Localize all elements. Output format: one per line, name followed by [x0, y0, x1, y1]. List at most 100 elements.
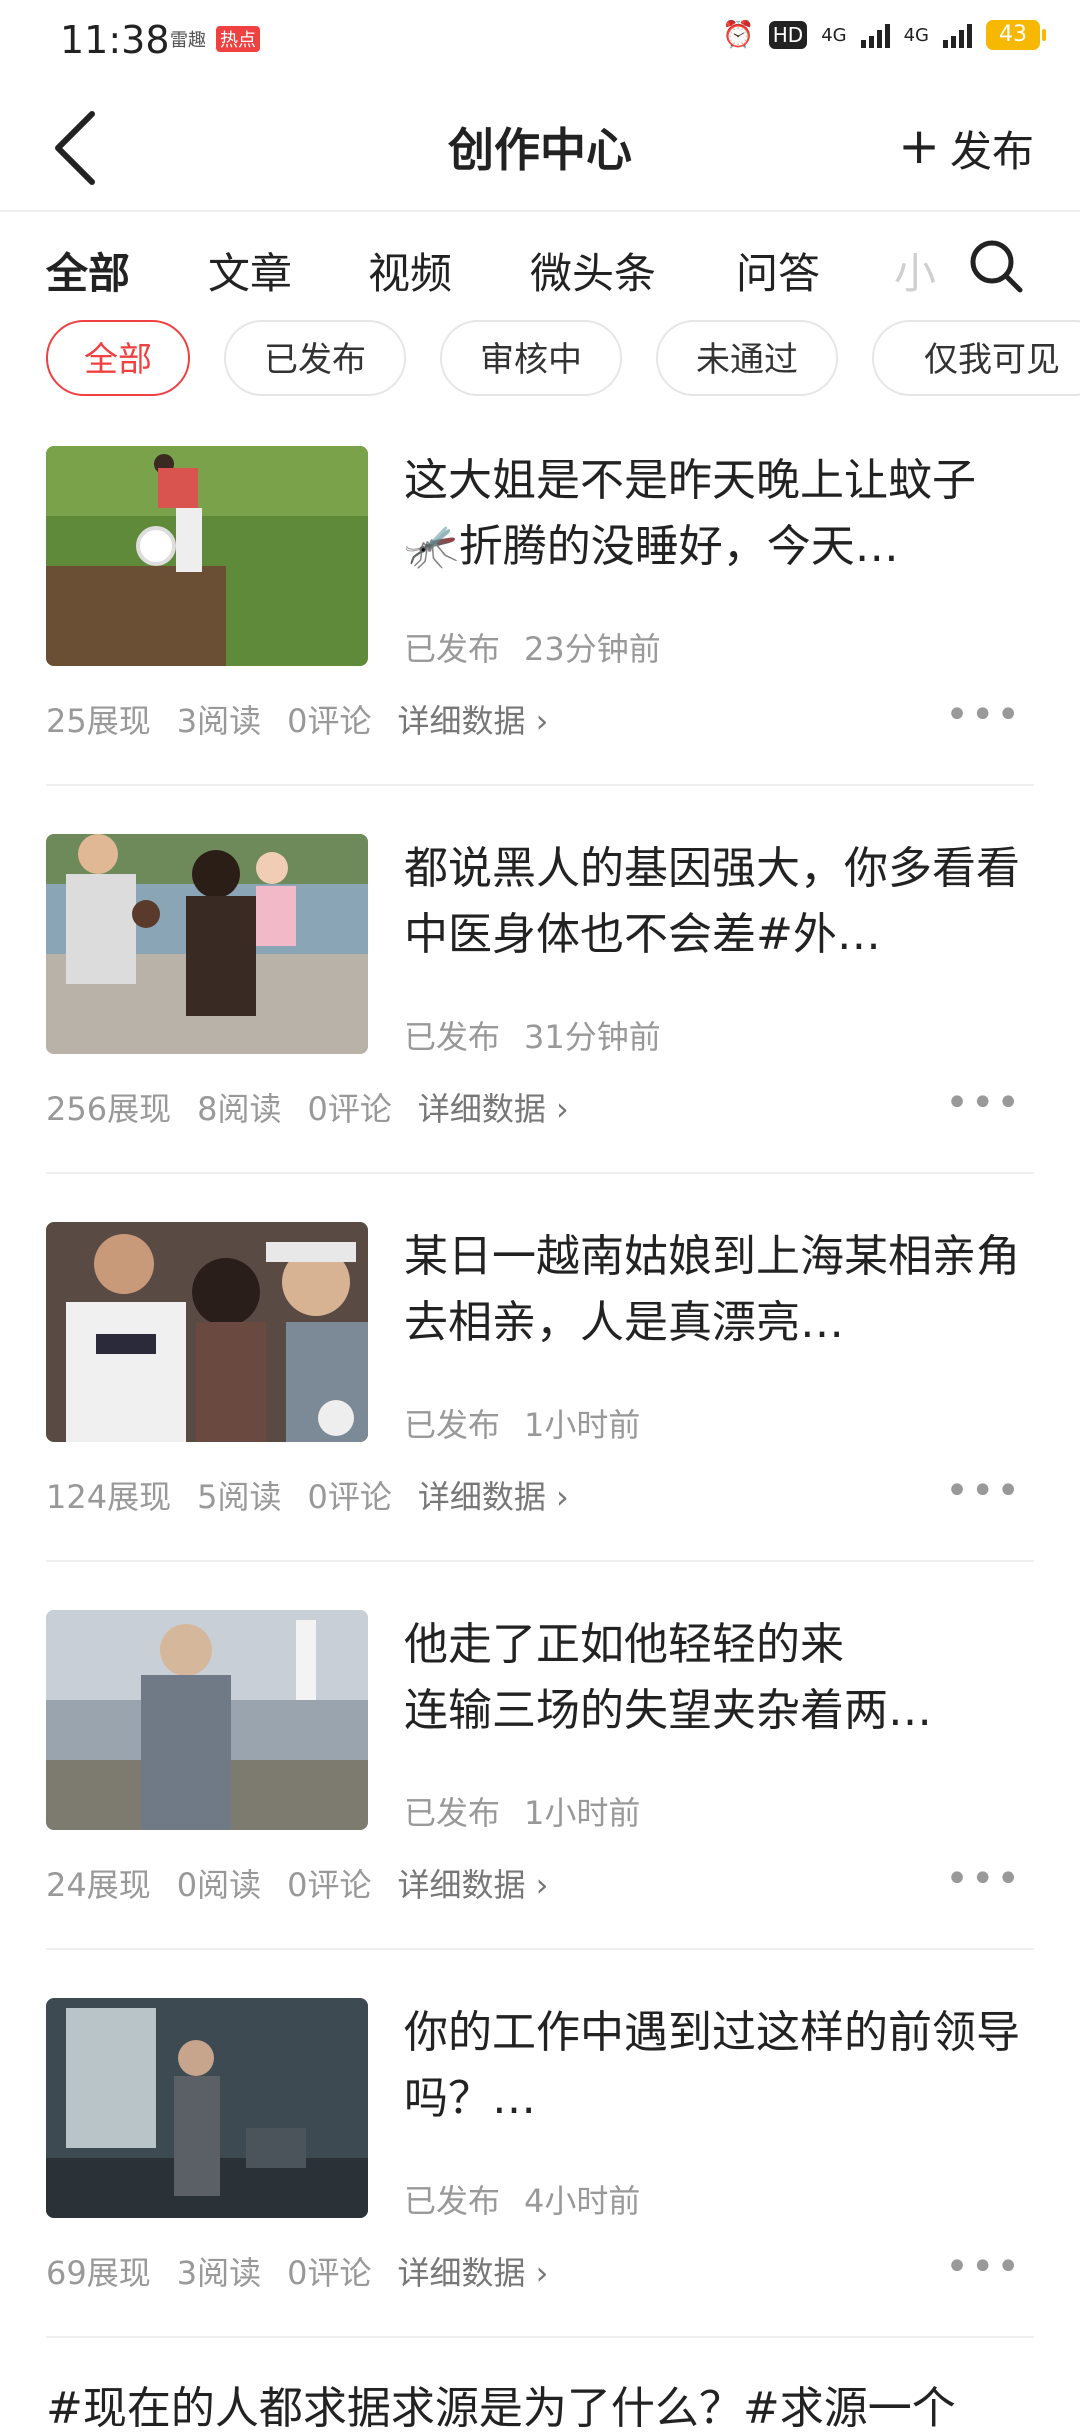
item-meta: 已发布 1小时前	[404, 1788, 640, 1834]
reads-count: 3阅读	[176, 702, 262, 740]
tab-articles[interactable]: 文章	[208, 240, 292, 301]
detail-label: 详细数据	[397, 2254, 526, 2292]
item-time: 23分钟前	[524, 630, 661, 668]
item-divider	[46, 784, 1034, 786]
item-title[interactable]: 某日一越南姑娘到上海某相亲角去相亲，人是真漂亮…	[404, 1224, 1024, 1356]
chip-private[interactable]: 仅我可见	[872, 320, 1080, 396]
publish-button[interactable]: + 发布	[898, 118, 1034, 179]
item-title[interactable]: 这大姐是不是昨天晚上让蚊子🦟折腾的没睡好，今天…	[404, 448, 1024, 580]
comments-count: 0评论	[307, 1090, 392, 1128]
status-news-badge: 热点	[216, 26, 260, 52]
video-thumbnail[interactable]	[46, 834, 368, 1054]
item-status: 已发布	[404, 1018, 501, 1056]
tab-videos[interactable]: 视频	[368, 240, 452, 301]
item-meta: 已发布 31分钟前	[404, 1012, 661, 1058]
tab-more-partial[interactable]: 小	[894, 240, 936, 301]
tab-all[interactable]: 全部	[46, 240, 130, 301]
signal-1-icon	[860, 22, 890, 48]
more-options-icon[interactable]: •••	[945, 692, 1022, 738]
comments-count: 0评论	[287, 702, 372, 740]
item-meta: 已发布 23分钟前	[404, 624, 661, 670]
more-options-icon[interactable]: •••	[945, 1856, 1022, 1902]
item-title[interactable]: 都说黑人的基因强大，你多看看中医身体也不会差#外…	[404, 836, 1024, 968]
item-divider	[46, 1560, 1034, 1562]
video-thumbnail[interactable]	[46, 446, 368, 666]
thumbnail-image	[46, 1998, 368, 2218]
top-header: 创作中心 + 发布	[0, 84, 1080, 212]
video-thumbnail[interactable]	[46, 1222, 368, 1442]
status-bar: 11:38 雷趣 热点 ⏰ HD 4G 4G 43	[0, 0, 1080, 84]
item-status: 已发布	[404, 630, 501, 668]
item-divider	[46, 2336, 1034, 2338]
item-title[interactable]: 你的工作中遇到过这样的前领导吗？…	[404, 2000, 1024, 2132]
comments-count: 0评论	[287, 1866, 372, 1904]
comments-count: 0评论	[307, 1478, 392, 1516]
publish-label: 发布	[949, 127, 1034, 176]
chevron-right-icon: ›	[535, 702, 549, 740]
item-status: 已发布	[404, 2182, 501, 2220]
views-count: 24展现	[46, 1866, 151, 1904]
item-stats: 25展现 3阅读 0评论 详细数据 ›	[46, 696, 548, 742]
detail-data-link[interactable]: 详细数据 ›	[418, 1472, 569, 1518]
signal-2-icon	[943, 22, 972, 48]
plus-icon: +	[898, 116, 940, 175]
item-stats: 69展现 3阅读 0评论 详细数据 ›	[46, 2248, 548, 2294]
tab-qa[interactable]: 问答	[736, 240, 820, 301]
thumbnail-image	[46, 834, 368, 1054]
item-time: 31分钟前	[524, 1018, 661, 1056]
video-thumbnail[interactable]	[46, 1998, 368, 2218]
chip-published[interactable]: 已发布	[224, 320, 406, 396]
item-time: 4小时前	[524, 2182, 641, 2220]
next-item-title-partial[interactable]: #现在的人都求据求源是为了什么？#求源一个	[46, 2372, 956, 2436]
battery-indicator: 43	[986, 20, 1046, 50]
chip-all[interactable]: 全部	[46, 320, 190, 396]
content-item[interactable]: 他走了正如他轻轻的来 连输三场的失望夹杂着两… 已发布 1小时前 24展现 0阅读…	[0, 1610, 1080, 1998]
item-title[interactable]: 他走了正如他轻轻的来 连输三场的失望夹杂着两…	[404, 1612, 1024, 1744]
item-stats: 24展现 0阅读 0评论 详细数据 ›	[46, 1860, 548, 1906]
video-thumbnail[interactable]	[46, 1610, 368, 1830]
item-meta: 已发布 4小时前	[404, 2176, 640, 2222]
hd-badge: HD	[768, 21, 808, 49]
item-time: 1小时前	[524, 1794, 641, 1832]
sim2-label: 4G	[903, 24, 929, 46]
item-divider	[46, 1948, 1034, 1950]
thumbnail-image	[46, 1222, 368, 1442]
content-item[interactable]: 你的工作中遇到过这样的前领导吗？… 已发布 4小时前 69展现 3阅读 0评论 详…	[0, 1998, 1080, 2386]
item-status: 已发布	[404, 1406, 501, 1444]
detail-data-link[interactable]: 详细数据 ›	[397, 1860, 548, 1906]
content-item[interactable]: 某日一越南姑娘到上海某相亲角去相亲，人是真漂亮… 已发布 1小时前 124展现 5…	[0, 1222, 1080, 1610]
detail-label: 详细数据	[417, 1090, 546, 1128]
thumbnail-image	[46, 446, 368, 666]
item-stats: 256展现 8阅读 0评论 详细数据 ›	[46, 1084, 569, 1130]
chevron-right-icon: ›	[556, 1478, 569, 1516]
chevron-right-icon: ›	[535, 2254, 549, 2292]
tab-micro-posts[interactable]: 微头条	[530, 240, 656, 301]
search-button[interactable]	[966, 236, 1026, 296]
detail-label: 详细数据	[417, 1478, 546, 1516]
comments-count: 0评论	[287, 2254, 372, 2292]
reads-count: 5阅读	[197, 1478, 282, 1516]
chip-rejected[interactable]: 未通过	[656, 320, 838, 396]
detail-data-link[interactable]: 详细数据 ›	[397, 696, 548, 742]
item-divider	[46, 1172, 1034, 1174]
more-options-icon[interactable]: •••	[945, 1468, 1022, 1514]
reads-count: 8阅读	[197, 1090, 282, 1128]
reads-count: 0阅读	[176, 1866, 262, 1904]
detail-data-link[interactable]: 详细数据 ›	[397, 2248, 548, 2294]
detail-data-link[interactable]: 详细数据 ›	[418, 1084, 569, 1130]
content-item[interactable]: 都说黑人的基因强大，你多看看中医身体也不会差#外… 已发布 31分钟前 256展现…	[0, 834, 1080, 1222]
thumbnail-image	[46, 1610, 368, 1830]
chevron-right-icon: ›	[535, 1866, 549, 1904]
chevron-right-icon: ›	[556, 1090, 569, 1128]
views-count: 124展现	[46, 1478, 172, 1516]
more-options-icon[interactable]: •••	[945, 1080, 1022, 1126]
more-options-icon[interactable]: •••	[945, 2244, 1022, 2290]
item-status: 已发布	[404, 1794, 501, 1832]
item-time: 1小时前	[524, 1406, 641, 1444]
status-time: 11:38	[60, 18, 170, 62]
views-count: 25展现	[46, 702, 151, 740]
content-item[interactable]: 这大姐是不是昨天晚上让蚊子🦟折腾的没睡好，今天… 已发布 23分钟前 25展现 3…	[0, 446, 1080, 834]
item-meta: 已发布 1小时前	[404, 1400, 640, 1446]
status-right-icons: ⏰ HD 4G 4G 43	[722, 20, 1046, 50]
chip-under-review[interactable]: 审核中	[440, 320, 622, 396]
